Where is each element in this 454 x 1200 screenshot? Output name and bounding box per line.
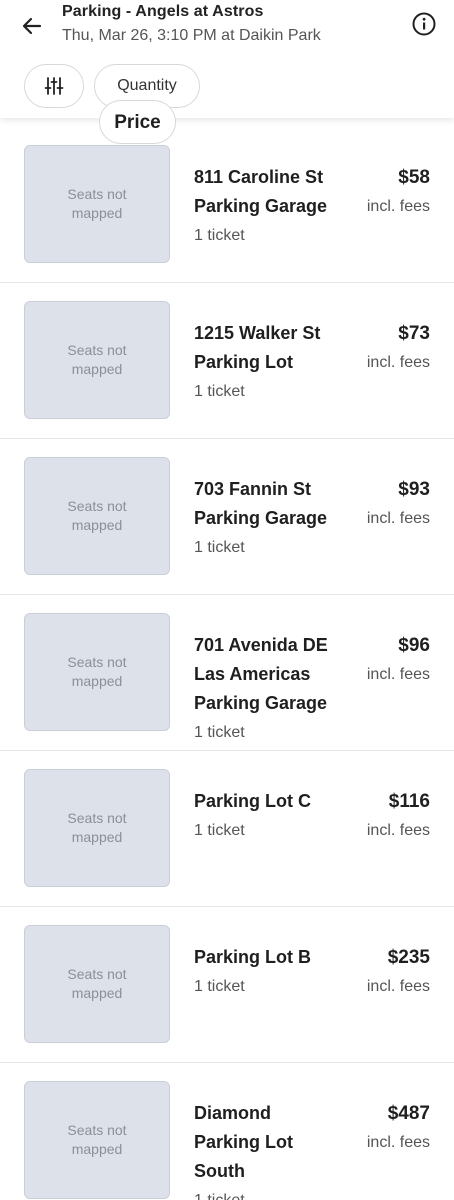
fees-note: incl. fees: [366, 198, 430, 215]
listing-price: $96: [398, 635, 430, 656]
seat-map-thumbnail: Seats not mapped: [24, 925, 170, 1043]
parking-listings: Seats not mapped 811 Caroline St Parking G…: [0, 127, 454, 1200]
ticket-count: 1 ticket: [194, 539, 245, 556]
page-title: Parking - Angels at Astros: [62, 3, 264, 20]
listing-name: Parking Lot C 1 ticket: [194, 787, 354, 845]
seats-not-mapped-label: Seats not mapped: [67, 498, 127, 533]
ticket-count: 1 ticket: [194, 227, 245, 244]
info-icon: [412, 12, 436, 36]
price-filter-button[interactable]: Price: [99, 100, 176, 144]
listing-name-line: Parking Garage: [194, 693, 328, 713]
sliders-icon: [44, 77, 64, 95]
seat-map-thumbnail: Seats not mapped: [24, 769, 170, 887]
listing-price: $93: [398, 479, 430, 500]
back-button[interactable]: [14, 8, 50, 44]
seat-map-thumbnail: Seats not mapped: [24, 613, 170, 731]
listing-row[interactable]: Seats not mapped 811 Caroline St Parking G…: [0, 127, 454, 283]
listing-row[interactable]: Seats not mapped Parking Lot B 1 ticket $23…: [0, 907, 454, 1063]
fees-note: incl. fees: [366, 1134, 430, 1151]
ticket-count: 1 ticket: [194, 1186, 354, 1200]
listing-name-line: Parking Garage: [194, 508, 328, 528]
fees-note: incl. fees: [366, 822, 430, 839]
seats-not-mapped-label: Seats not mapped: [67, 810, 127, 845]
seats-not-mapped-label: Seats not mapped: [67, 966, 127, 1001]
listing-price: $235: [387, 947, 430, 968]
listing-name-line: Parking Lot B: [194, 947, 312, 967]
listing-name: Parking Lot B 1 ticket: [194, 943, 354, 1001]
fees-note: incl. fees: [366, 510, 430, 527]
listing-name: 701 Avenida DE Las Americas Parking Garage…: [194, 631, 354, 747]
listing-name-line: Parking Lot: [194, 352, 294, 372]
app-header: Parking - Angels at Astros Thu, Mar 26, …: [0, 0, 454, 144]
seats-not-mapped-label: Seats not mapped: [67, 186, 127, 221]
listing-row[interactable]: Seats not mapped Diamond Parking Lot South 1…: [0, 1063, 454, 1200]
listing-name: 1215 Walker St Parking Lot 1 ticket: [194, 319, 354, 406]
listing-name: 703 Fannin St Parking Garage 1 ticket: [194, 475, 354, 562]
seats-not-mapped-label: Seats not mapped: [67, 342, 127, 377]
listing-row[interactable]: Seats not mapped 701 Avenida DE Las Americ…: [0, 595, 454, 751]
listing-price: $58: [398, 167, 430, 188]
filter-button[interactable]: [24, 64, 84, 108]
listing-row[interactable]: Seats not mapped 703 Fannin St Parking Gar…: [0, 439, 454, 595]
seats-not-mapped-label: Seats not mapped: [67, 1122, 127, 1157]
ticket-count: 1 ticket: [194, 822, 245, 839]
ticket-count: 1 ticket: [194, 383, 245, 400]
seats-not-mapped-label: Seats not mapped: [67, 654, 127, 689]
listing-row[interactable]: Seats not mapped Parking Lot C 1 ticket $11…: [0, 751, 454, 907]
listing-price: $487: [387, 1103, 430, 1124]
listing-price: $73: [398, 323, 430, 344]
fees-note: incl. fees: [366, 354, 430, 371]
seat-map-thumbnail: Seats not mapped: [24, 1081, 170, 1199]
listing-name-line: Las Americas: [194, 664, 311, 684]
listing-name-line: Parking Garage: [194, 196, 328, 216]
listing-name-line: South: [194, 1161, 245, 1181]
event-details: Thu, Mar 26, 3:10 PM at Daikin Park: [62, 27, 321, 44]
seat-map-thumbnail: Seats not mapped: [24, 301, 170, 419]
listing-price: $116: [388, 791, 430, 812]
ticket-count: 1 ticket: [194, 724, 245, 741]
listing-name-line: Parking Lot C: [194, 791, 312, 811]
listing-name-line: Diamond: [194, 1103, 272, 1123]
info-button[interactable]: [408, 8, 440, 40]
listing-name-line: 1215 Walker St: [194, 323, 321, 343]
seat-map-thumbnail: Seats not mapped: [24, 457, 170, 575]
listing-name: 811 Caroline St Parking Garage 1 ticket: [194, 163, 354, 250]
filter-bar: Quantity Price: [24, 64, 200, 144]
listing-name-line: 701 Avenida DE: [194, 635, 328, 655]
ticket-count: 1 ticket: [194, 978, 245, 995]
listing-name: Diamond Parking Lot South 1 ticket: [194, 1099, 354, 1200]
seat-map-thumbnail: Seats not mapped: [24, 145, 170, 263]
listing-name-line: Parking Lot: [194, 1132, 294, 1152]
arrow-left-icon: [22, 17, 42, 35]
listing-name-line: 811 Caroline St: [194, 167, 324, 187]
listing-row[interactable]: Seats not mapped 1215 Walker St Parking Lo…: [0, 283, 454, 439]
fees-note: incl. fees: [366, 978, 430, 995]
fees-note: incl. fees: [366, 666, 430, 683]
listing-name-line: 703 Fannin St: [194, 479, 312, 499]
